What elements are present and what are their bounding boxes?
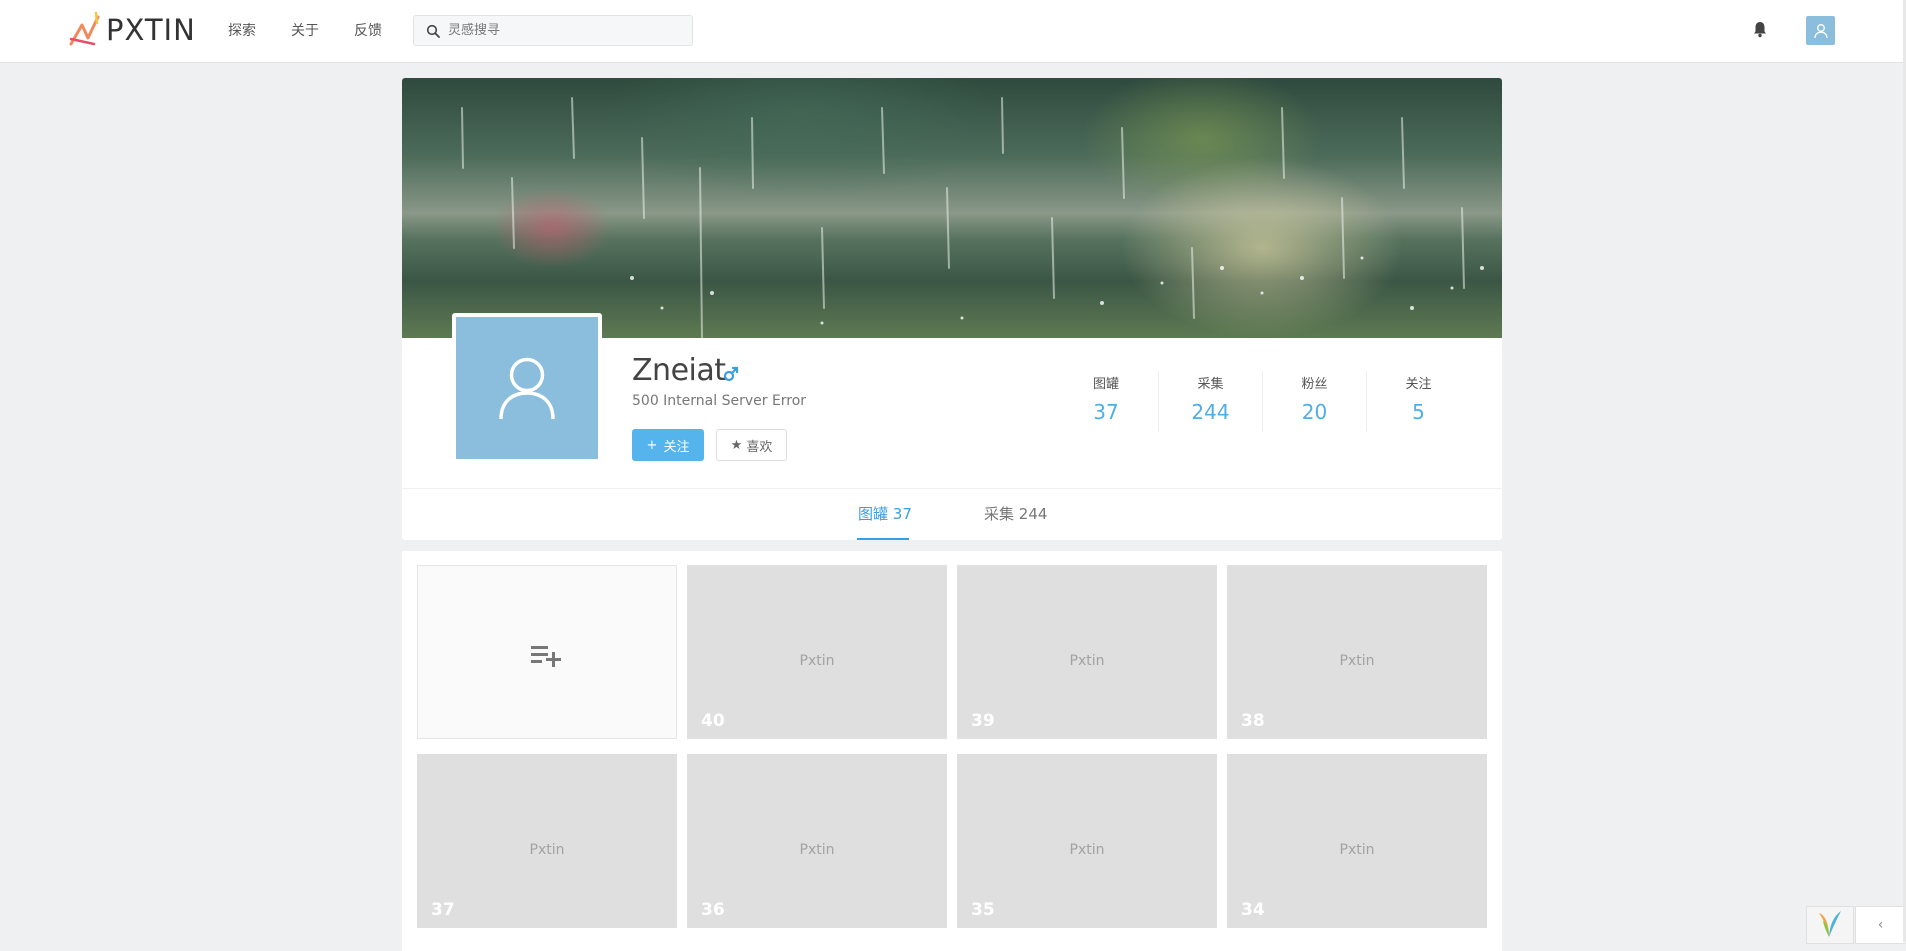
profile-stats: 图罐 37 采集 244 粉丝 20 关注 5: [1054, 371, 1470, 431]
board-placeholder-text: Pxtin: [1339, 653, 1375, 669]
playlist-add-icon: [531, 646, 561, 667]
stat-value: 5: [1412, 400, 1425, 424]
brand-logo[interactable]: PXTIN: [68, 10, 196, 50]
top-navbar: PXTIN 探索 关于 反馈: [0, 0, 1906, 63]
board-placeholder-text: Pxtin: [799, 842, 835, 858]
profile-avatar[interactable]: [456, 317, 598, 459]
create-board-tile[interactable]: [417, 565, 677, 739]
chevron-left-icon: ‹: [1877, 917, 1884, 933]
boards-grid: Pxtin 40 Pxtin 39 Pxtin 38 Pxtin 37 Pxti…: [402, 551, 1502, 951]
debug-toolbar-logo[interactable]: [1806, 906, 1854, 944]
yii-logo-icon: [1819, 911, 1841, 937]
board-placeholder-text: Pxtin: [529, 842, 565, 858]
tab-count: 37: [892, 505, 912, 523]
search-icon: [426, 24, 440, 38]
nav-feedback[interactable]: 反馈: [354, 20, 382, 40]
stat-label: 粉丝: [1301, 377, 1328, 392]
stat-boards[interactable]: 图罐 37: [1054, 371, 1158, 431]
follow-button[interactable]: + 关注: [632, 429, 704, 461]
user-icon: [1813, 23, 1828, 38]
board-tile[interactable]: Pxtin 39: [957, 565, 1217, 739]
board-placeholder-text: Pxtin: [1339, 842, 1375, 858]
tab-collects[interactable]: 采集 244: [984, 503, 1047, 524]
board-tile[interactable]: Pxtin 37: [417, 754, 677, 928]
board-tile[interactable]: Pxtin 35: [957, 754, 1217, 928]
board-tile[interactable]: Pxtin 38: [1227, 565, 1487, 739]
user-icon: [499, 357, 555, 420]
active-tab-indicator: [857, 538, 909, 540]
search-input[interactable]: [448, 16, 678, 45]
stat-label: 图罐: [1092, 377, 1119, 392]
plus-icon: +: [646, 437, 658, 453]
profile-card: Zneiat 500 Internal Server Error + 关注 ★ …: [402, 78, 1502, 540]
brand-name: PXTIN: [106, 13, 196, 47]
nav-about[interactable]: 关于: [291, 20, 319, 40]
board-number: 35: [971, 900, 995, 920]
tab-label: 采集: [984, 505, 1015, 523]
profile-avatar-frame: [452, 313, 602, 463]
search-box: [413, 15, 693, 46]
board-number: 36: [701, 900, 725, 920]
debug-toolbar-toggle[interactable]: ‹: [1855, 906, 1906, 944]
profile-tabs: 图罐 37 采集 244: [402, 488, 1502, 540]
like-button-label: 喜欢: [746, 439, 773, 455]
profile-banner-image: [402, 78, 1502, 338]
board-number: 39: [971, 711, 995, 731]
tab-boards[interactable]: 图罐 37: [858, 503, 912, 524]
board-placeholder-text: Pxtin: [1069, 842, 1105, 858]
rain-decoration: [461, 97, 1484, 338]
stat-following[interactable]: 关注 5: [1366, 371, 1470, 431]
profile-bio: 500 Internal Server Error: [632, 393, 807, 409]
logo-icon: [69, 11, 100, 46]
stat-followers[interactable]: 粉丝 20: [1262, 371, 1366, 431]
user-avatar-button[interactable]: [1806, 16, 1835, 45]
board-tile[interactable]: Pxtin 40: [687, 565, 947, 739]
board-number: 34: [1241, 900, 1265, 920]
male-icon: [723, 366, 739, 382]
like-button[interactable]: ★ 喜欢: [716, 429, 787, 461]
nav-explore[interactable]: 探索: [228, 20, 256, 40]
bell-icon[interactable]: [1752, 20, 1768, 38]
board-number: 37: [431, 900, 455, 920]
board-number: 38: [1241, 711, 1265, 731]
stat-value: 37: [1093, 400, 1119, 424]
stat-collects[interactable]: 采集 244: [1158, 371, 1262, 431]
follow-button-label: 关注: [663, 439, 690, 455]
stat-value: 244: [1191, 400, 1230, 424]
profile-username: Zneiat: [632, 353, 726, 388]
board-tile[interactable]: Pxtin 36: [687, 754, 947, 928]
tab-count: 244: [1018, 505, 1048, 523]
board-number: 40: [701, 711, 725, 731]
board-placeholder-text: Pxtin: [799, 653, 835, 669]
star-icon: ★: [730, 437, 743, 453]
board-tile[interactable]: Pxtin 34: [1227, 754, 1487, 928]
tab-label: 图罐: [858, 505, 889, 523]
board-placeholder-text: Pxtin: [1069, 653, 1105, 669]
stat-label: 关注: [1405, 377, 1432, 392]
stat-value: 20: [1301, 400, 1328, 424]
stat-label: 采集: [1197, 377, 1224, 392]
